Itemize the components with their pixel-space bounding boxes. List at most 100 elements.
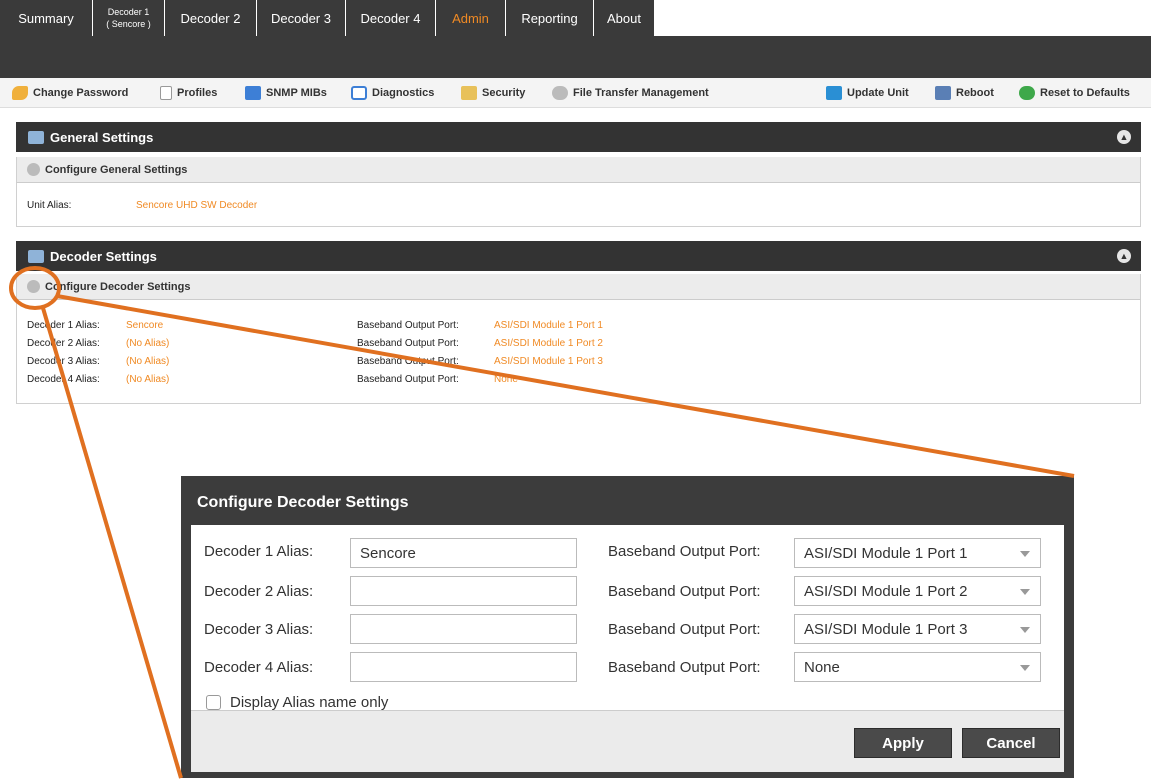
gear-icon bbox=[27, 280, 40, 293]
toolbar-label: Profiles bbox=[177, 87, 218, 99]
toolbar-label: File Transfer Management bbox=[573, 87, 709, 99]
reboot-button[interactable]: Reboot bbox=[935, 85, 994, 101]
panel-title: Decoder Settings bbox=[50, 248, 157, 264]
recycle-icon bbox=[1019, 86, 1035, 100]
configure-decoder-settings-link[interactable]: Configure Decoder Settings bbox=[16, 274, 1141, 300]
gear-icon bbox=[552, 86, 568, 100]
decoder-alias-label: Decoder 3 Alias: bbox=[204, 621, 314, 638]
tab-about[interactable]: About bbox=[594, 0, 655, 36]
baseband-port-4-select[interactable]: None bbox=[794, 652, 1041, 682]
baseband-port-label: Baseband Output Port: bbox=[357, 356, 459, 367]
diagnostics-button[interactable]: Diagnostics bbox=[351, 85, 434, 101]
toolbar-label: Security bbox=[482, 87, 526, 99]
toolbar-label: Reboot bbox=[956, 87, 994, 99]
tab-sublabel: ( Sencore ) bbox=[106, 19, 151, 29]
baseband-port-value: ASI/SDI Module 1 Port 3 bbox=[494, 356, 603, 367]
chevron-down-icon bbox=[1020, 665, 1030, 671]
tab-decoder-2[interactable]: Decoder 2 bbox=[165, 0, 257, 36]
dialog-footer: Apply Cancel bbox=[191, 710, 1064, 772]
toolbar-label: Reset to Defaults bbox=[1040, 87, 1130, 99]
reboot-icon bbox=[935, 86, 951, 100]
button-label: Apply bbox=[882, 734, 924, 752]
tab-label: Decoder 1 bbox=[107, 7, 150, 17]
decoder-4-alias-input[interactable] bbox=[350, 652, 577, 682]
baseband-port-label: Baseband Output Port: bbox=[357, 320, 459, 331]
decoder-alias-label: Decoder 4 Alias: bbox=[27, 374, 100, 385]
decoder-alias-label: Decoder 1 Alias: bbox=[204, 543, 314, 560]
file-transfer-button[interactable]: File Transfer Management bbox=[552, 85, 709, 101]
monitor-icon bbox=[28, 130, 44, 144]
tab-summary[interactable]: Summary bbox=[0, 0, 93, 36]
tab-admin[interactable]: Admin bbox=[436, 0, 506, 36]
decoder-alias-value: Sencore bbox=[126, 320, 164, 331]
tab-decoder-1[interactable]: Decoder 1 ( Sencore ) bbox=[93, 0, 165, 36]
dialog-form: Decoder 1 Alias: Baseband Output Port: A… bbox=[191, 525, 1064, 711]
decoder-alias-label: Decoder 2 Alias: bbox=[27, 338, 100, 349]
configure-label: Configure Decoder Settings bbox=[45, 280, 191, 293]
select-value: ASI/SDI Module 1 Port 3 bbox=[804, 620, 968, 638]
tab-label: Summary bbox=[18, 10, 74, 26]
tab-reporting[interactable]: Reporting bbox=[506, 0, 594, 36]
baseband-port-label: Baseband Output Port: bbox=[608, 621, 761, 638]
decoder-icon bbox=[28, 249, 44, 263]
tab-label: Admin bbox=[452, 10, 489, 26]
apply-button[interactable]: Apply bbox=[854, 728, 952, 758]
shield-icon bbox=[461, 86, 477, 100]
toolbar-label: Change Password bbox=[33, 87, 129, 99]
baseband-port-label: Baseband Output Port: bbox=[357, 374, 459, 385]
decoder-alias-value: (No Alias) bbox=[126, 356, 170, 367]
configure-general-settings-link[interactable]: Configure General Settings bbox=[16, 157, 1141, 183]
select-value: ASI/SDI Module 1 Port 1 bbox=[804, 544, 968, 562]
decoder-alias-label: Decoder 2 Alias: bbox=[204, 583, 314, 600]
reset-defaults-button[interactable]: Reset to Defaults bbox=[1019, 85, 1130, 101]
baseband-port-value: None bbox=[494, 374, 518, 385]
admin-toolbar: Change Password Profiles SNMP MIBs Diagn… bbox=[0, 78, 1151, 108]
baseband-port-label: Baseband Output Port: bbox=[608, 659, 761, 676]
display-alias-only-checkbox[interactable] bbox=[206, 695, 221, 710]
toolbar-label: SNMP MIBs bbox=[266, 87, 327, 99]
select-value: None bbox=[804, 658, 840, 676]
select-value: ASI/SDI Module 1 Port 2 bbox=[804, 582, 968, 600]
decoder-alias-label: Decoder 1 Alias: bbox=[27, 320, 100, 331]
tab-label: Decoder 3 bbox=[271, 10, 331, 26]
baseband-port-label: Baseband Output Port: bbox=[608, 583, 761, 600]
collapse-icon[interactable]: ▲ bbox=[1117, 130, 1131, 144]
decoder-3-alias-input[interactable] bbox=[350, 614, 577, 644]
unit-alias-label: Unit Alias: bbox=[27, 200, 72, 211]
display-alias-only-label: Display Alias name only bbox=[230, 694, 389, 711]
baseband-port-2-select[interactable]: ASI/SDI Module 1 Port 2 bbox=[794, 576, 1041, 606]
security-button[interactable]: Security bbox=[461, 85, 525, 101]
tab-label: Reporting bbox=[521, 10, 578, 26]
tab-decoder-4[interactable]: Decoder 4 bbox=[346, 0, 436, 36]
header-band bbox=[0, 36, 1151, 78]
baseband-port-3-select[interactable]: ASI/SDI Module 1 Port 3 bbox=[794, 614, 1041, 644]
snmp-icon bbox=[245, 86, 261, 100]
tab-label-stack: Decoder 1 ( Sencore ) bbox=[106, 6, 151, 30]
decoder-2-alias-input[interactable] bbox=[350, 576, 577, 606]
configure-label: Configure General Settings bbox=[45, 163, 188, 176]
tab-decoder-3[interactable]: Decoder 3 bbox=[257, 0, 346, 36]
update-unit-button[interactable]: Update Unit bbox=[826, 85, 909, 101]
top-tab-bar: Summary Decoder 1 ( Sencore ) Decoder 2 … bbox=[0, 0, 1151, 36]
tab-label: Decoder 2 bbox=[180, 10, 241, 26]
tab-label: Decoder 4 bbox=[360, 10, 421, 26]
button-label: Cancel bbox=[986, 734, 1036, 752]
page-icon bbox=[160, 86, 172, 100]
baseband-port-1-select[interactable]: ASI/SDI Module 1 Port 1 bbox=[794, 538, 1041, 568]
decoder-alias-value: (No Alias) bbox=[126, 338, 170, 349]
diagnostics-icon bbox=[351, 86, 367, 100]
gear-icon bbox=[27, 163, 40, 176]
key-icon bbox=[12, 86, 28, 100]
profiles-button[interactable]: Profiles bbox=[160, 85, 217, 101]
decoder-1-alias-input[interactable] bbox=[350, 538, 577, 568]
baseband-port-value: ASI/SDI Module 1 Port 2 bbox=[494, 338, 603, 349]
chevron-down-icon bbox=[1020, 551, 1030, 557]
cancel-button[interactable]: Cancel bbox=[962, 728, 1060, 758]
dialog-title: Configure Decoder Settings bbox=[197, 494, 409, 511]
toolbar-label: Diagnostics bbox=[372, 87, 435, 99]
collapse-icon[interactable]: ▲ bbox=[1117, 249, 1131, 263]
change-password-button[interactable]: Change Password bbox=[12, 85, 128, 101]
panel-title: General Settings bbox=[50, 129, 154, 145]
toolbar-label: Update Unit bbox=[847, 87, 909, 99]
snmp-mibs-button[interactable]: SNMP MIBs bbox=[245, 85, 327, 101]
